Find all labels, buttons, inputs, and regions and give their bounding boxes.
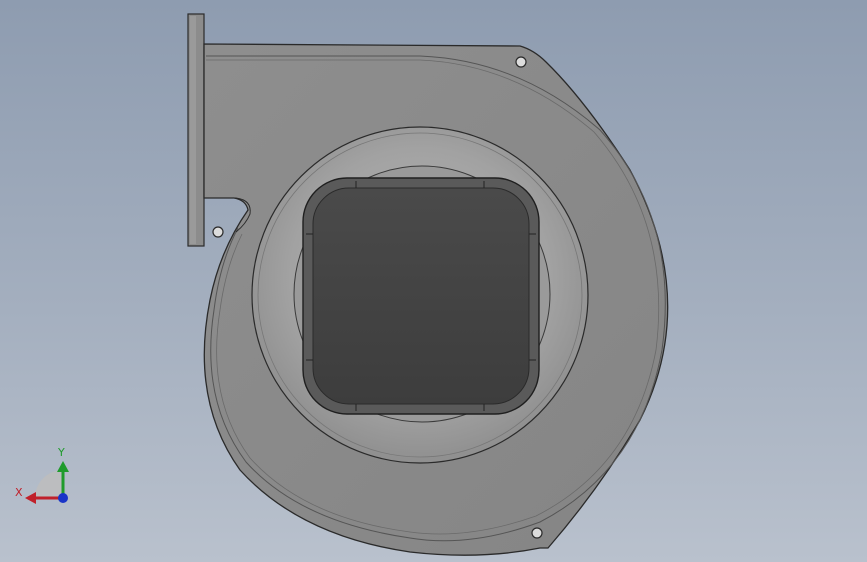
mounting-hole-icon	[531, 527, 543, 539]
triad-y-label: Y	[57, 446, 65, 459]
mounting-hole-icon	[212, 226, 224, 238]
inlet-opening[interactable]	[302, 177, 540, 415]
model-scene[interactable]: Y X	[0, 0, 867, 562]
orientation-triad-icon[interactable]: Y X	[15, 446, 69, 504]
graphics-viewport[interactable]: Y X	[0, 0, 867, 562]
outlet-flange[interactable]	[187, 13, 205, 247]
triad-x-label: X	[15, 486, 23, 499]
mounting-hole-icon	[515, 56, 527, 68]
